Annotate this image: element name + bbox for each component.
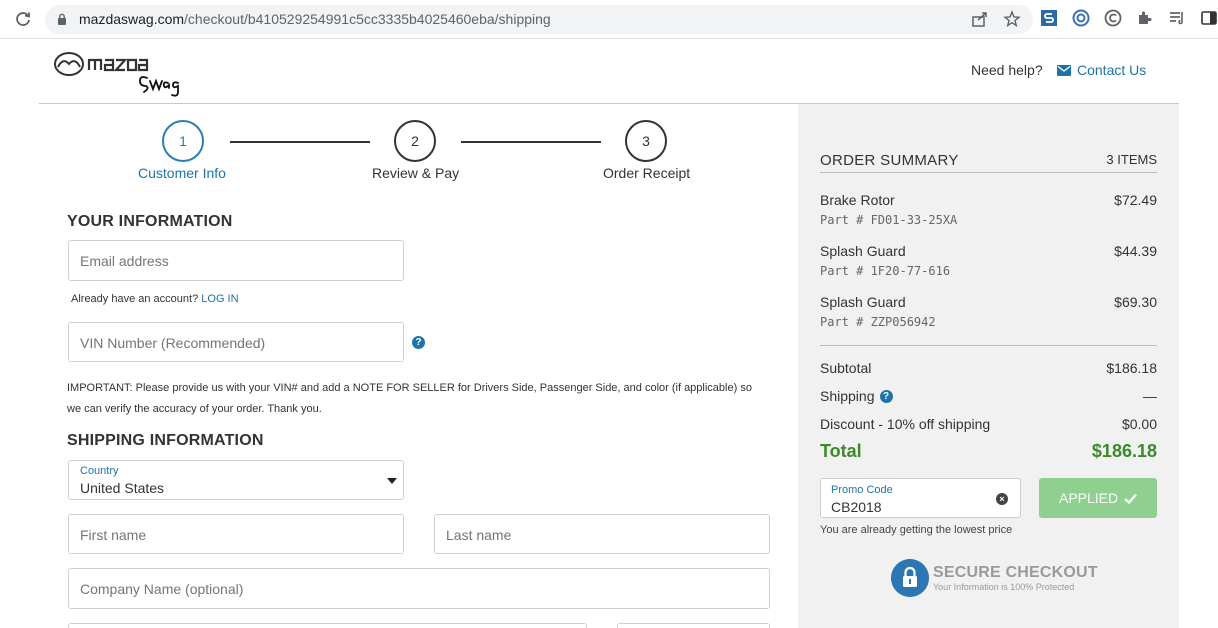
first-name-field[interactable]: First name bbox=[68, 514, 404, 554]
shipping-value: — bbox=[1143, 388, 1157, 404]
discount-value: $0.00 bbox=[1121, 416, 1157, 432]
log-in-link[interactable]: LOG IN bbox=[201, 293, 238, 305]
total-value: $186.18 bbox=[1091, 441, 1157, 461]
promo-code-label: Promo Code bbox=[831, 484, 893, 496]
item-name: Splash Guard bbox=[820, 243, 906, 259]
subtotal-label: Subtotal bbox=[820, 360, 871, 376]
item-count: 3 ITEMS bbox=[1106, 152, 1157, 167]
extension-circle-icon[interactable] bbox=[1072, 9, 1090, 27]
item-price: $69.30 bbox=[1114, 294, 1157, 310]
order-summary-title: ORDER SUMMARY bbox=[820, 152, 959, 169]
envelope-icon bbox=[1057, 64, 1071, 76]
reading-list-icon[interactable] bbox=[1168, 9, 1186, 27]
email-placeholder: Email address bbox=[80, 253, 169, 269]
shipping-label-text: Shipping bbox=[820, 388, 875, 404]
country-select[interactable]: Country United States bbox=[68, 460, 404, 500]
step-1-circle[interactable]: 1 bbox=[162, 120, 204, 162]
puzzle-extensions-icon[interactable] bbox=[1136, 9, 1154, 27]
important-note: IMPORTANT: Please provide us with your V… bbox=[67, 382, 752, 415]
clear-promo-icon[interactable]: × bbox=[996, 493, 1008, 505]
url-host: mazdaswag.com bbox=[79, 11, 185, 27]
item-price: $44.39 bbox=[1114, 243, 1157, 259]
address-field[interactable] bbox=[68, 623, 587, 628]
summary-divider-mid bbox=[820, 345, 1157, 346]
caret-down-icon bbox=[387, 478, 397, 484]
extension-s-icon[interactable] bbox=[1040, 9, 1058, 27]
reload-icon[interactable] bbox=[14, 10, 32, 28]
url-path: /checkout/b410529254991c5cc3335b4025460e… bbox=[184, 11, 551, 27]
item-name: Brake Rotor bbox=[820, 192, 895, 208]
apartment-field[interactable] bbox=[617, 623, 770, 628]
promo-code-value: CB2018 bbox=[831, 499, 882, 515]
step-2-circle: 2 bbox=[394, 120, 436, 162]
contact-us-link[interactable]: Contact Us bbox=[1057, 62, 1146, 78]
browser-toolbar: mazdaswag.com/checkout/b410529254991c5cc… bbox=[0, 0, 1218, 39]
step-3-circle: 3 bbox=[625, 120, 667, 162]
step-2-label: Review & Pay bbox=[372, 165, 460, 181]
step-connector-2 bbox=[461, 141, 601, 143]
item-part-number: Part # 1F20-77-616 bbox=[820, 264, 951, 278]
item-part-number: Part # FD01-33-25XA bbox=[820, 213, 958, 227]
need-help-text: Need help? bbox=[971, 62, 1043, 78]
applied-label: APPLIED bbox=[1058, 490, 1119, 506]
company-name-field[interactable]: Company Name (optional) bbox=[68, 568, 770, 609]
lock-icon bbox=[58, 13, 66, 25]
extension-c-icon[interactable] bbox=[1104, 9, 1122, 27]
last-name-field[interactable]: Last name bbox=[434, 514, 770, 554]
email-field[interactable]: Email address bbox=[68, 240, 404, 281]
country-value: United States bbox=[80, 480, 165, 496]
vin-help-icon[interactable]: ? bbox=[412, 336, 425, 349]
discount-label-text: Discount - 10% off shipping bbox=[820, 416, 991, 432]
side-panel-icon[interactable] bbox=[1200, 9, 1218, 27]
company-name-placeholder: Company Name (optional) bbox=[80, 581, 244, 597]
vin-field[interactable]: VIN Number (Recommended) bbox=[68, 322, 404, 362]
mazda-swag-logo[interactable] bbox=[54, 50, 184, 98]
item-part-number: Part # ZZP056942 bbox=[820, 315, 936, 329]
shipping-label: Shipping ? bbox=[820, 388, 893, 404]
bookmark-star-icon[interactable] bbox=[1003, 10, 1021, 28]
subtotal-value: $186.18 bbox=[1106, 360, 1157, 376]
shipping-help-icon[interactable]: ? bbox=[879, 389, 893, 403]
account-prompt: Already have an account? LOG IN bbox=[71, 293, 239, 305]
total-label: Total bbox=[820, 441, 862, 461]
applied-button[interactable]: APPLIED bbox=[1039, 478, 1157, 518]
account-prompt-text: Already have an account? bbox=[71, 293, 199, 305]
contact-us-label: Contact Us bbox=[1077, 62, 1147, 78]
order-summary-panel: ORDER SUMMARY 3 ITEMS Brake Rotor $72.49… bbox=[798, 104, 1179, 628]
url-text: mazdaswag.com/checkout/b410529254991c5cc… bbox=[79, 11, 551, 27]
item-name: Splash Guard bbox=[820, 294, 906, 310]
address-bar[interactable]: mazdaswag.com/checkout/b410529254991c5cc… bbox=[45, 5, 1033, 34]
discount-label: Discount - 10% off shipping bbox=[820, 416, 990, 432]
vin-placeholder: VIN Number (Recommended) bbox=[80, 335, 266, 351]
secure-checkout-title: SECURE CHECKOUT bbox=[933, 564, 1098, 581]
checkmark-icon bbox=[1124, 493, 1137, 505]
step-1-label[interactable]: Customer Info bbox=[138, 165, 226, 181]
share-icon[interactable] bbox=[971, 10, 989, 28]
summary-divider-top bbox=[820, 172, 1157, 173]
promo-code-input[interactable]: Promo Code CB2018 × bbox=[820, 478, 1021, 518]
padlock-icon bbox=[891, 559, 929, 597]
secure-checkout-subtitle: Your Information is 100% Protected bbox=[933, 582, 1075, 592]
first-name-placeholder: First name bbox=[80, 527, 147, 543]
lowest-price-note: You are already getting the lowest price bbox=[820, 524, 1013, 536]
country-label: Country bbox=[80, 465, 119, 477]
subtotal-label-text: Subtotal bbox=[820, 360, 872, 376]
step-connector-1 bbox=[230, 141, 370, 143]
item-price: $72.49 bbox=[1114, 192, 1157, 208]
shipping-information-heading: SHIPPING INFORMATION bbox=[67, 432, 264, 449]
step-3-label: Order Receipt bbox=[603, 165, 691, 181]
your-information-heading: YOUR INFORMATION bbox=[67, 213, 233, 230]
last-name-placeholder: Last name bbox=[446, 527, 512, 543]
